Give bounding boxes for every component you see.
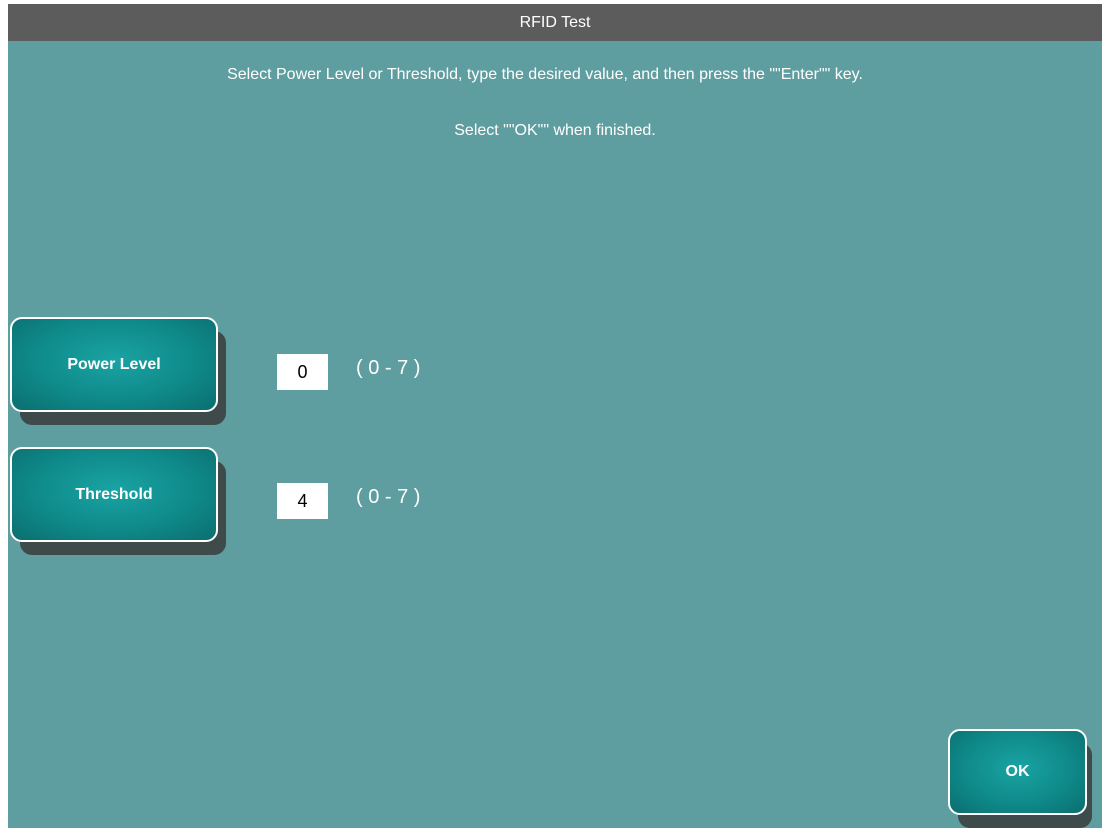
power-level-button-group: Power Level [10,317,230,427]
threshold-range-label: ( 0 - 7 ) [356,486,421,508]
threshold-button[interactable]: Threshold [10,447,218,542]
ok-button-group: OK [948,729,1098,828]
window-title: RFID Test [8,4,1102,41]
finish-instruction-text: Select ""OK"" when finished. [454,122,656,139]
threshold-button-group: Threshold [10,447,230,557]
instruction-text: Select Power Level or Threshold, type th… [227,66,863,83]
rfid-test-window: RFID Test Select Power Level or Threshol… [8,4,1102,828]
threshold-input[interactable] [277,483,328,519]
power-level-range-label: ( 0 - 7 ) [356,357,421,379]
power-level-input[interactable] [277,354,328,390]
ok-button[interactable]: OK [948,729,1087,815]
power-level-button[interactable]: Power Level [10,317,218,412]
